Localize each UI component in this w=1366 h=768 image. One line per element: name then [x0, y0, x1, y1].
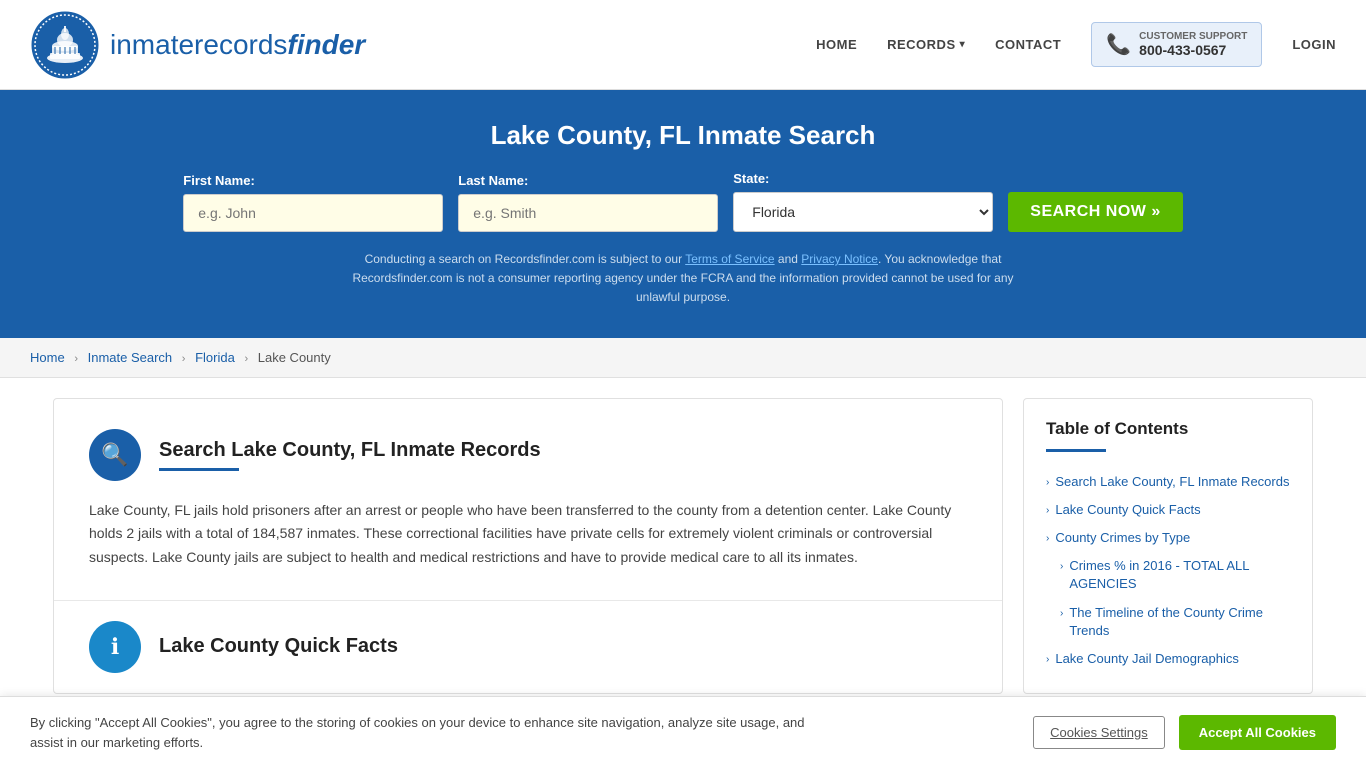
toc-link-2[interactable]: › Lake County Quick Facts: [1046, 501, 1290, 519]
section1-underline: [159, 468, 239, 471]
last-name-label: Last Name:: [458, 173, 528, 188]
cookie-text: By clicking "Accept All Cookies", you ag…: [30, 713, 810, 752]
first-name-group: First Name:: [183, 173, 443, 232]
quick-facts-title-wrap: Lake County Quick Facts: [159, 635, 398, 658]
nav-login[interactable]: LOGIN: [1292, 37, 1336, 52]
toc-chevron-6: ›: [1046, 653, 1049, 667]
section1-title: Search Lake County, FL Inmate Records: [159, 439, 541, 462]
first-name-input[interactable]: [183, 194, 443, 232]
breadcrumb-florida[interactable]: Florida: [195, 350, 235, 365]
toc-label-5: The Timeline of the County Crime Trends: [1069, 604, 1290, 640]
site-header: inmaterecordsfinder HOME RECORDS ▾ CONTA…: [0, 0, 1366, 90]
logo-area: inmaterecordsfinder: [30, 10, 365, 80]
toc-item-1: › Search Lake County, FL Inmate Records: [1046, 468, 1290, 496]
state-select[interactable]: Florida Alabama Alaska Arizona Arkansas …: [733, 192, 993, 232]
nav-records[interactable]: RECORDS ▾: [887, 37, 965, 52]
sidebar: Table of Contents › Search Lake County, …: [1023, 398, 1313, 695]
toc-link-4[interactable]: › Crimes % in 2016 - TOTAL ALL AGENCIES: [1060, 557, 1290, 593]
nav-contact[interactable]: CONTACT: [995, 37, 1061, 52]
toc-title: Table of Contents: [1046, 419, 1290, 439]
search-form: First Name: Last Name: State: Florida Al…: [60, 171, 1306, 232]
first-name-label: First Name:: [183, 173, 255, 188]
page-title: Lake County, FL Inmate Search: [60, 120, 1306, 151]
logo-main: inmaterecords: [110, 29, 287, 60]
toc-item-3: › County Crimes by Type: [1046, 524, 1290, 552]
toc-label-2: Lake County Quick Facts: [1055, 501, 1200, 519]
section1-header: 🔍 Search Lake County, FL Inmate Records: [89, 429, 967, 481]
search-section-icon: 🔍: [89, 429, 141, 481]
disclaimer: Conducting a search on Recordsfinder.com…: [333, 250, 1033, 308]
breadcrumb-inmate-search[interactable]: Inmate Search: [88, 350, 173, 365]
phone-icon: 📞: [1106, 32, 1131, 57]
hero-section: Lake County, FL Inmate Search First Name…: [0, 90, 1366, 338]
toc-label-4: Crimes % in 2016 - TOTAL ALL AGENCIES: [1069, 557, 1290, 593]
section-inmate-records: 🔍 Search Lake County, FL Inmate Records …: [54, 399, 1002, 601]
last-name-group: Last Name:: [458, 173, 718, 232]
breadcrumb-sep-3: ›: [244, 353, 248, 365]
toc-link-1[interactable]: › Search Lake County, FL Inmate Records: [1046, 473, 1290, 491]
toc-label-6: Lake County Jail Demographics: [1055, 650, 1239, 668]
table-of-contents: Table of Contents › Search Lake County, …: [1023, 398, 1313, 695]
main-nav: HOME RECORDS ▾ CONTACT 📞 CUSTOMER SUPPOR…: [816, 22, 1336, 67]
breadcrumb-sep-1: ›: [74, 353, 78, 365]
main-content: 🔍 Search Lake County, FL Inmate Records …: [33, 398, 1333, 695]
section1-body: Lake County, FL jails hold prisoners aft…: [89, 499, 967, 570]
breadcrumb-home[interactable]: Home: [30, 350, 65, 365]
support-number[interactable]: 800-433-0567: [1139, 42, 1247, 58]
state-label: State:: [733, 171, 769, 186]
quick-facts-title: Lake County Quick Facts: [159, 635, 398, 658]
nav-home[interactable]: HOME: [816, 37, 857, 52]
cookie-banner: By clicking "Accept All Cookies", you ag…: [0, 696, 1366, 768]
toc-chevron-1: ›: [1046, 476, 1049, 490]
toc-chevron-4: ›: [1060, 560, 1063, 574]
breadcrumb: Home › Inmate Search › Florida › Lake Co…: [0, 338, 1366, 378]
section-quick-facts: ℹ Lake County Quick Facts: [54, 601, 1002, 673]
toc-item-5: › The Timeline of the County Crime Trend…: [1046, 599, 1290, 645]
cookie-actions: Cookies Settings Accept All Cookies: [1033, 715, 1336, 750]
accept-all-cookies-button[interactable]: Accept All Cookies: [1179, 715, 1336, 750]
customer-support: 📞 CUSTOMER SUPPORT 800-433-0567: [1091, 22, 1262, 67]
article: 🔍 Search Lake County, FL Inmate Records …: [53, 398, 1003, 695]
toc-item-2: › Lake County Quick Facts: [1046, 496, 1290, 524]
state-group: State: Florida Alabama Alaska Arizona Ar…: [733, 171, 993, 232]
breadcrumb-sep-2: ›: [182, 353, 186, 365]
support-label: CUSTOMER SUPPORT: [1139, 31, 1247, 42]
section1-title-wrap: Search Lake County, FL Inmate Records: [159, 439, 541, 471]
toc-label-3: County Crimes by Type: [1055, 529, 1190, 547]
toc-item-6: › Lake County Jail Demographics: [1046, 645, 1290, 673]
toc-link-5[interactable]: › The Timeline of the County Crime Trend…: [1060, 604, 1290, 640]
toc-list: › Search Lake County, FL Inmate Records …: [1046, 468, 1290, 674]
quick-facts-icon: ℹ: [89, 621, 141, 673]
toc-link-3[interactable]: › County Crimes by Type: [1046, 529, 1290, 547]
toc-divider: [1046, 449, 1106, 452]
nav-records-label: RECORDS: [887, 37, 956, 52]
toc-label-1: Search Lake County, FL Inmate Records: [1055, 473, 1289, 491]
logo-bold: finder: [287, 29, 365, 60]
toc-chevron-5: ›: [1060, 607, 1063, 621]
logo-icon: [30, 10, 100, 80]
records-chevron-icon: ▾: [960, 39, 966, 50]
search-button[interactable]: SEARCH NOW »: [1008, 192, 1182, 232]
logo-text: inmaterecordsfinder: [110, 29, 365, 61]
support-text: CUSTOMER SUPPORT 800-433-0567: [1139, 31, 1247, 58]
toc-link-6[interactable]: › Lake County Jail Demographics: [1046, 650, 1290, 668]
toc-chevron-3: ›: [1046, 532, 1049, 546]
privacy-link[interactable]: Privacy Notice: [801, 252, 878, 266]
last-name-input[interactable]: [458, 194, 718, 232]
breadcrumb-current: Lake County: [258, 350, 331, 365]
tos-link[interactable]: Terms of Service: [685, 252, 774, 266]
toc-item-4: › Crimes % in 2016 - TOTAL ALL AGENCIES: [1046, 552, 1290, 598]
cookies-settings-button[interactable]: Cookies Settings: [1033, 716, 1165, 749]
toc-chevron-2: ›: [1046, 504, 1049, 518]
